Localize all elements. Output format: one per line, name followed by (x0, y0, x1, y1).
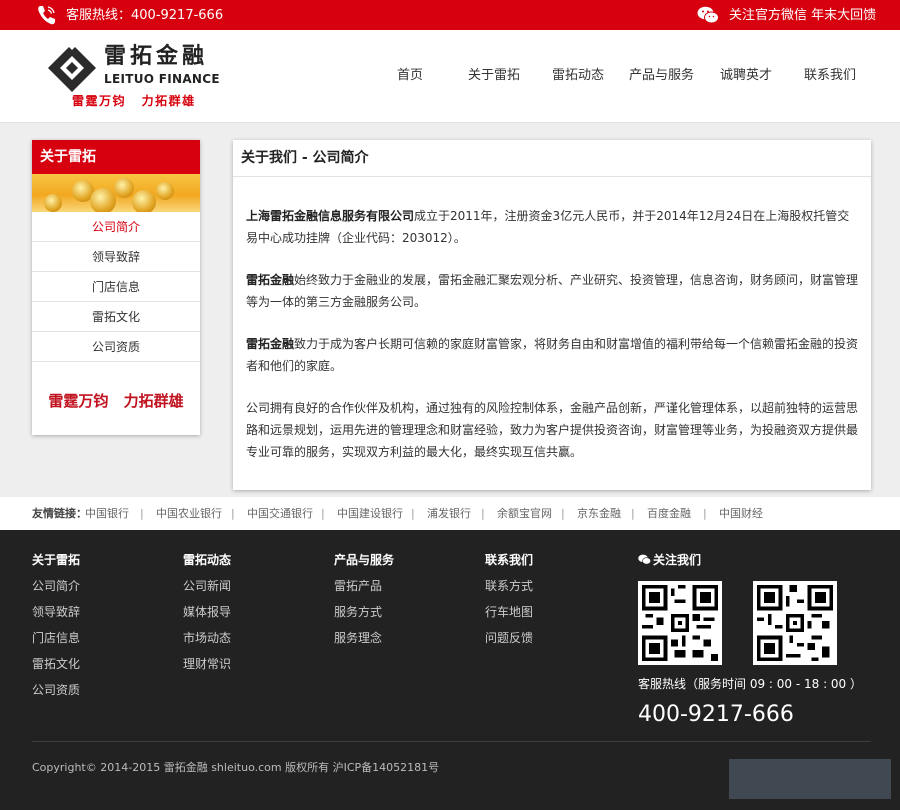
footer-link[interactable]: 市场动态 (183, 630, 231, 646)
link-separator: | (140, 507, 144, 520)
footer-column-title: 产品与服务 (334, 553, 395, 567)
paragraph: 上海雷拓金融信息服务有限公司成立于2011年，注册资金3亿元人民币，并于2014… (246, 209, 850, 245)
sidebar-slogan: 雷霆万钧 力拓群雄 (48, 392, 184, 410)
footer-link[interactable]: 服务理念 (334, 630, 394, 646)
footer-divider (32, 741, 871, 742)
sidebar-item-culture[interactable]: 雷拓文化 (32, 302, 200, 332)
top-bar: 客服热线：400-9217-666 关注官方微信 年末大回馈 (0, 0, 900, 30)
wechat-promo-link[interactable]: 关注官方微信 年末大回馈 (729, 7, 876, 24)
footer-link[interactable]: 行车地图 (485, 604, 533, 620)
footer-column-about: 关于雷拓 公司简介 领导致辞 门店信息 雷拓文化 公司资质 (32, 552, 80, 708)
link-separator: | (411, 507, 415, 520)
footer-service-hours: 客服热线（服务时间 09 : 00 - 18 : 00 ） (638, 677, 863, 691)
content-panel: 关于我们 - 公司简介 上海雷拓金融信息服务有限公司成立于2011年，注册资金3… (233, 140, 871, 490)
sidebar-item-leader-speech[interactable]: 领导致辞 (32, 242, 200, 272)
sidebar: 关于雷拓 公司简介 领导致辞 门店信息 雷拓文化 公司资质 雷霆万钧 力拓群雄 (32, 140, 200, 435)
sidebar-item-stores[interactable]: 门店信息 (32, 272, 200, 302)
footer-link[interactable]: 公司资质 (32, 682, 80, 698)
hotline-text: 客服热线：400-9217-666 (66, 8, 224, 23)
nav-products[interactable]: 产品与服务 (629, 66, 694, 86)
footer-link[interactable]: 雷拓文化 (32, 656, 80, 672)
qr-code-icon (642, 585, 718, 661)
footer-column-news: 雷拓动态 公司新闻 媒体报导 市场动态 理财常识 (183, 552, 231, 682)
footer-link[interactable]: 联系方式 (485, 578, 533, 594)
footer-link[interactable]: 公司简介 (32, 578, 80, 594)
logo-slogan: 雷霆万钧 力拓群雄 (72, 94, 196, 108)
content-body: 上海雷拓金融信息服务有限公司成立于2011年，注册资金3亿元人民币，并于2014… (233, 177, 871, 463)
sidebar-item-qualification[interactable]: 公司资质 (32, 332, 200, 362)
watermark-image (729, 759, 891, 799)
footer-copyright: Copyright© 2014-2015 雷拓金融 shleituo.com 版… (32, 761, 440, 774)
content-title: 关于我们 - 公司简介 (233, 140, 871, 177)
link-separator: | (561, 507, 565, 520)
phone-icon (38, 6, 55, 25)
footer-column-title: 联系我们 (485, 553, 534, 567)
footer-link[interactable]: 理财常识 (183, 656, 231, 672)
logo-english-name: LEITUO FINANCE (104, 72, 220, 86)
sidebar-title: 关于雷拓 (32, 140, 200, 174)
wechat-icon[interactable] (697, 6, 719, 24)
nav-contact[interactable]: 联系我们 (804, 66, 856, 86)
sidebar-item-profile[interactable]: 公司简介 (32, 212, 200, 242)
friend-link[interactable]: 中国财经 (719, 497, 763, 530)
footer-link[interactable]: 公司新闻 (183, 578, 231, 594)
site-header: 雷拓金融 LEITUO FINANCE 雷霆万钧 力拓群雄 首页 关于雷拓 雷拓… (0, 30, 900, 122)
footer-link[interactable]: 媒体报导 (183, 604, 231, 620)
nav-home[interactable]: 首页 (397, 66, 423, 86)
nav-about[interactable]: 关于雷拓 (468, 66, 520, 86)
nav-news[interactable]: 雷拓动态 (552, 66, 604, 86)
wechat-icon (638, 554, 651, 565)
friend-link[interactable]: 浦发银行 (427, 497, 471, 530)
logo-chinese-name: 雷拓金融 (104, 44, 209, 69)
footer-column-products: 产品与服务 雷拓产品 服务方式 服务理念 (334, 552, 394, 656)
footer-link[interactable]: 雷拓产品 (334, 578, 394, 594)
qr-code-app (753, 581, 837, 665)
friend-link[interactable]: 余额宝官网 (497, 497, 552, 530)
friend-link[interactable]: 中国农业银行 (156, 497, 222, 530)
footer-link[interactable]: 问题反馈 (485, 630, 533, 646)
footer-column-title: 关于雷拓 (32, 553, 81, 567)
qr-code-wechat (638, 581, 722, 665)
friend-link[interactable]: 中国银行 (85, 497, 129, 530)
sidebar-menu: 公司简介 领导致辞 门店信息 雷拓文化 公司资质 (32, 212, 200, 362)
link-separator: | (631, 507, 635, 520)
footer-column-title: 雷拓动态 (183, 553, 232, 567)
nav-careers[interactable]: 诚聘英才 (720, 66, 772, 86)
footer-link[interactable]: 领导致辞 (32, 604, 80, 620)
friend-link[interactable]: 中国建设银行 (337, 497, 403, 530)
link-separator: | (481, 507, 485, 520)
logo-icon[interactable] (46, 42, 98, 94)
paragraph: 雷拓金融致力于成为客户长期可信赖的家庭财富管家，将财务自由和财富增值的福利带给每… (246, 337, 859, 373)
friend-link[interactable]: 京东金融 (577, 497, 621, 530)
footer-link[interactable]: 门店信息 (32, 630, 80, 646)
friend-link[interactable]: 中国交通银行 (247, 497, 313, 530)
footer-column-contact: 联系我们 联系方式 行车地图 问题反馈 (485, 552, 533, 656)
link-separator: | (231, 507, 235, 520)
paragraph: 雷拓金融始终致力于金融业的发展，雷拓金融汇聚宏观分析、产业研究、投资管理，信息咨… (246, 273, 859, 309)
friend-link[interactable]: 百度金融 (647, 497, 691, 530)
paragraph: 公司拥有良好的合作伙伴及机构，通过独有的风险控制体系，金融产品创新，严谨化管理体… (246, 401, 859, 459)
link-separator: | (321, 507, 325, 520)
friend-links-label: 友情链接： (32, 507, 87, 520)
qr-code-icon (757, 585, 833, 661)
friend-links-bar: 友情链接： 中国银行 | 中国农业银行 | 中国交通银行 | 中国建设银行 | … (0, 497, 900, 530)
sidebar-banner-image (32, 174, 200, 212)
footer-link[interactable]: 服务方式 (334, 604, 394, 620)
footer-phone: 400-9217-666 (638, 702, 794, 727)
link-separator: | (703, 507, 707, 520)
footer-follow-title: 关注我们 (638, 552, 701, 568)
site-footer: 关于雷拓 公司简介 领导致辞 门店信息 雷拓文化 公司资质 雷拓动态 公司新闻 … (0, 530, 900, 810)
